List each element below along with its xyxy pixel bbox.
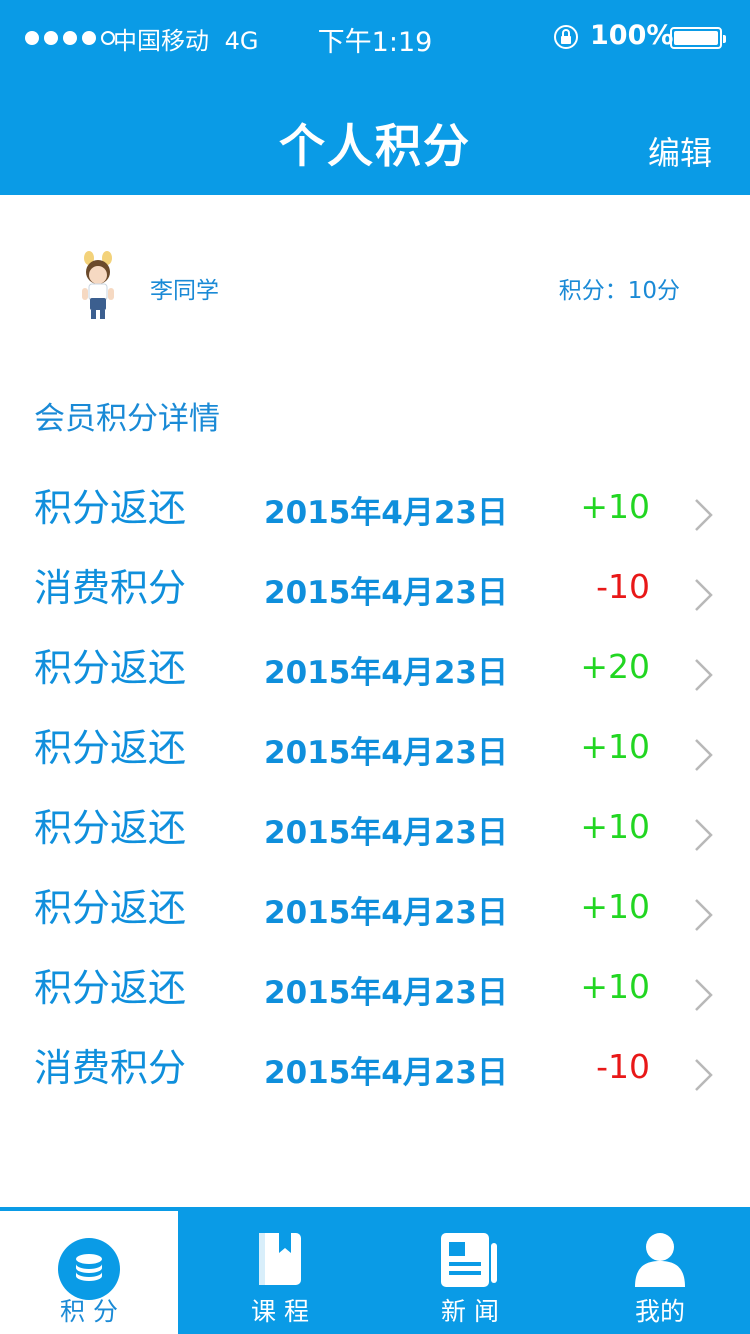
record-type: 积分返还 (34, 726, 187, 770)
rotation-lock-icon (554, 25, 578, 49)
record-amount: -10 (596, 567, 650, 606)
chevron-right-icon (695, 819, 713, 851)
chevron-right-icon (695, 499, 713, 531)
record-type: 消费积分 (34, 1046, 187, 1090)
record-date: 2015年4月23日 (264, 815, 508, 851)
tab-courses[interactable]: 课 程 (190, 1207, 370, 1334)
chevron-right-icon (695, 579, 713, 611)
record-amount: -10 (596, 1047, 650, 1086)
record-amount: +10 (580, 807, 650, 846)
record-amount: +10 (580, 967, 650, 1006)
status-bar: 中国移动 4G 下午1:19 100% (0, 0, 750, 76)
avatar[interactable] (72, 250, 124, 322)
battery-icon (670, 27, 726, 49)
record-date: 2015年4月23日 (264, 575, 508, 611)
tab-news[interactable]: 新 闻 (380, 1207, 560, 1334)
section-title: 会员积分详情 (34, 401, 220, 437)
record-amount: +20 (580, 647, 650, 686)
record-row[interactable]: 积分返还 2015年4月23日 +10 (0, 955, 750, 1035)
record-date: 2015年4月23日 (264, 495, 508, 531)
record-amount: +10 (580, 487, 650, 526)
tab-mine[interactable]: 我的 (570, 1207, 750, 1334)
record-date: 2015年4月23日 (264, 655, 508, 691)
record-type: 积分返还 (34, 966, 187, 1010)
tab-label: 积 分 (60, 1297, 118, 1326)
record-amount: +10 (580, 887, 650, 926)
user-name: 李同学 (150, 278, 219, 304)
record-type: 积分返还 (34, 646, 187, 690)
newspaper-icon (441, 1233, 497, 1287)
record-date: 2015年4月23日 (264, 1055, 508, 1091)
tab-label: 我的 (634, 1297, 685, 1326)
app-header: 中国移动 4G 下午1:19 100% 个人积分 编辑 (0, 0, 750, 195)
tab-label: 新 闻 (441, 1297, 499, 1326)
chevron-right-icon (695, 979, 713, 1011)
record-date: 2015年4月23日 (264, 735, 508, 771)
points-total: 积分：10分 (558, 278, 680, 304)
edit-button[interactable]: 编辑 (648, 128, 712, 174)
record-date: 2015年4月23日 (264, 895, 508, 931)
chevron-right-icon (695, 899, 713, 931)
page-title: 个人积分 (279, 119, 471, 173)
chevron-right-icon (695, 1059, 713, 1091)
tab-points[interactable]: 积 分 (0, 1207, 178, 1334)
record-type: 消费积分 (34, 566, 187, 610)
chevron-right-icon (695, 659, 713, 691)
record-type: 积分返还 (34, 486, 187, 530)
record-row[interactable]: 积分返还 2015年4月23日 +10 (0, 475, 750, 555)
record-row[interactable]: 积分返还 2015年4月23日 +10 (0, 715, 750, 795)
user-icon (635, 1233, 685, 1287)
record-row[interactable]: 积分返还 2015年4月23日 +10 (0, 795, 750, 875)
record-date: 2015年4月23日 (264, 975, 508, 1011)
record-type: 积分返还 (34, 806, 187, 850)
record-row[interactable]: 积分返还 2015年4月23日 +10 (0, 875, 750, 955)
record-amount: +10 (580, 727, 650, 766)
chevron-right-icon (695, 739, 713, 771)
record-row[interactable]: 消费积分 2015年4月23日 -10 (0, 555, 750, 635)
battery-percent: 100% (590, 20, 674, 51)
tab-bar: 积 分 课 程 新 闻 我的 (0, 1207, 750, 1334)
tab-label: 课 程 (251, 1297, 309, 1326)
book-icon (259, 1233, 301, 1285)
record-type: 积分返还 (34, 886, 187, 930)
record-row[interactable]: 积分返还 2015年4月23日 +20 (0, 635, 750, 715)
points-record-list: 积分返还 2015年4月23日 +10 消费积分 2015年4月23日 -10 … (0, 475, 750, 1115)
record-row[interactable]: 消费积分 2015年4月23日 -10 (0, 1035, 750, 1115)
